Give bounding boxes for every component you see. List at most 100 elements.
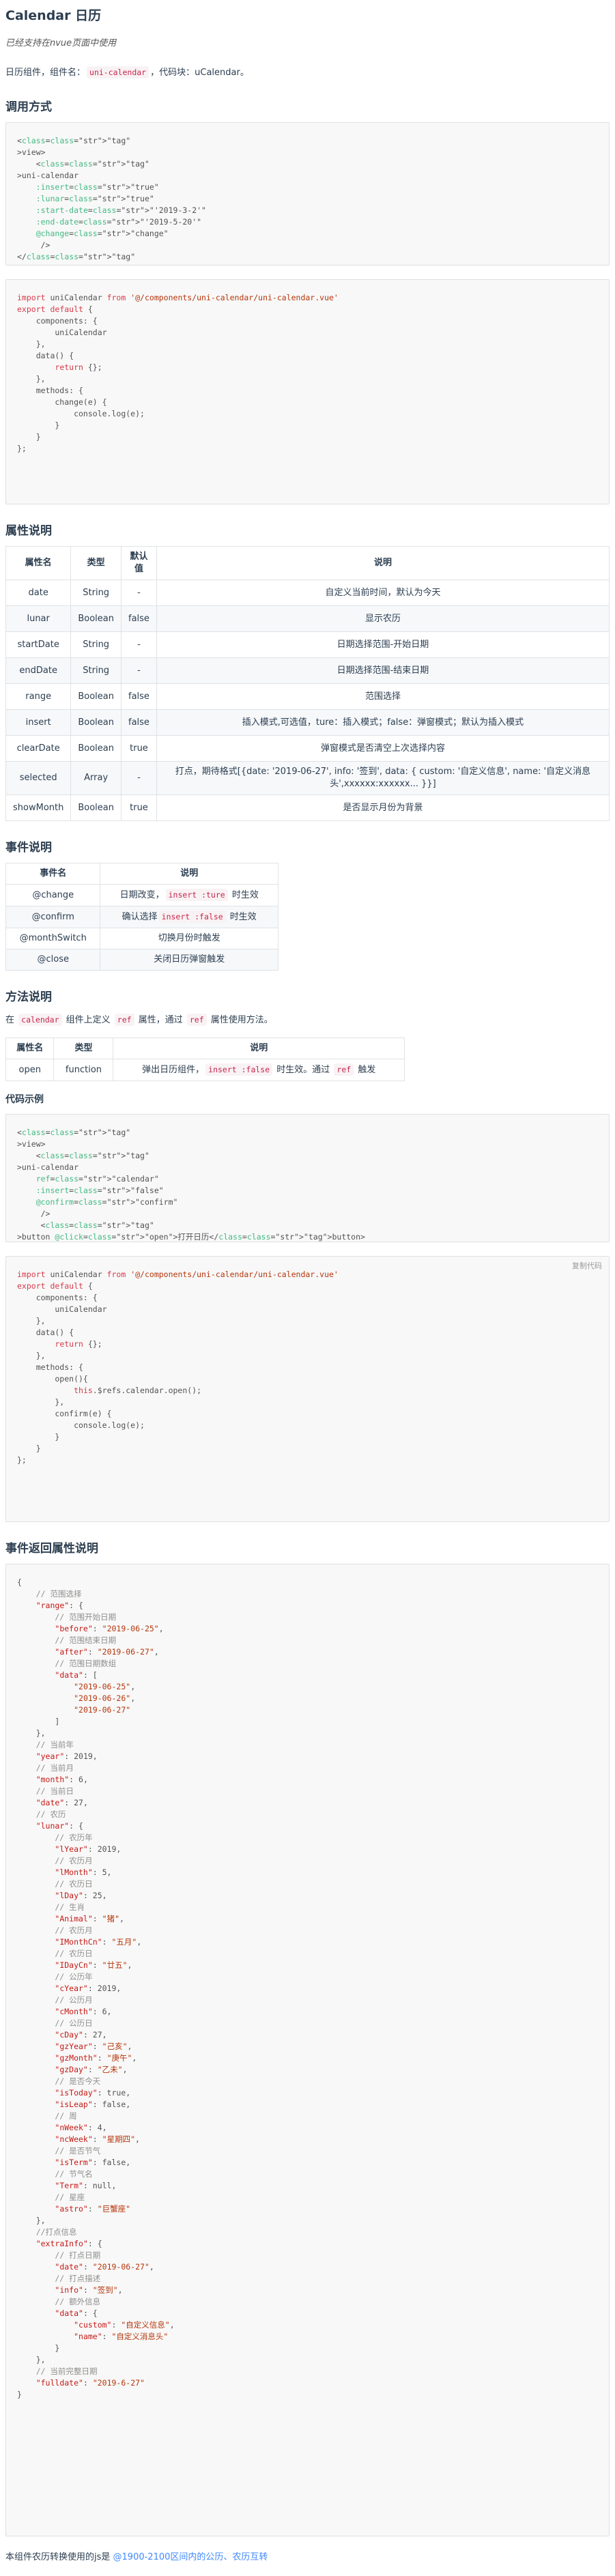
code-line: }, xyxy=(17,1351,46,1360)
code-line: "2019-06-26", xyxy=(74,1693,136,1703)
code-line: @change=class="str">"change" xyxy=(35,229,169,238)
code-line: "isTerm": false, xyxy=(55,2158,131,2167)
code-line: } xyxy=(17,432,41,442)
code-line: <class=class="str">"tag" xyxy=(17,1220,154,1230)
code-line: export default { xyxy=(17,1281,93,1291)
copy-code-button[interactable]: 复制代码 xyxy=(572,1261,602,1272)
prop-desc: 自定义当前时间，默认为今天 xyxy=(156,579,610,606)
code-line: // 公历月 xyxy=(17,1995,93,2005)
code-line: "ncWeek": "星期四", xyxy=(55,2134,140,2144)
code-line: // 范围开始日期 xyxy=(17,1612,117,1622)
code-line: // 范围选择 xyxy=(17,1589,82,1599)
events-row: @confirm 确认选择 insert :false 时生效 xyxy=(5,906,278,928)
code-line: :insert=class="str">"false" xyxy=(35,1186,164,1195)
code-line: // 节气名 xyxy=(17,2169,93,2179)
code-line: } xyxy=(17,420,60,430)
event-desc-text: 关闭日历弹窗触发 xyxy=(154,954,225,964)
code-line: // 当前日 xyxy=(17,1786,74,1796)
code-line: return {}; xyxy=(55,1339,102,1349)
props-row-startDate: startDate String - 日期选择范围-开始日期 xyxy=(5,631,610,658)
return-value-code[interactable]: { // 范围选择 "range": { // 范围开始日期 "before":… xyxy=(5,1564,610,2536)
method-desc-text: 触发 xyxy=(355,1065,376,1075)
prop-type: Boolean xyxy=(70,735,121,762)
events-row: @monthSwitch 切换月份时触发 xyxy=(5,928,278,949)
code-line: }, xyxy=(17,339,46,349)
column-header: 说明 xyxy=(113,1037,405,1059)
intro-text: 。 xyxy=(240,68,249,78)
props-table: 属性名 类型 默认值 说明 date String - 自定义当前时间，默认为今天 lunar… xyxy=(5,546,610,821)
code-line: // 当前月 xyxy=(17,1763,74,1773)
code-line: // 农历日 xyxy=(17,1949,93,1958)
code-line: "lDay": 25, xyxy=(55,1891,107,1900)
code-line: methods: { xyxy=(17,1362,83,1372)
methods-text: 在 xyxy=(5,1015,18,1025)
event-desc: 日期改变， insert :ture 时生效 xyxy=(100,884,278,906)
section-return-heading: 事件返回属性说明 xyxy=(5,1542,98,1556)
code-line: // 农历月 xyxy=(17,1856,93,1865)
code-line: "cDay": 27, xyxy=(55,2030,107,2040)
code-line: "2019-06-27" xyxy=(74,1705,131,1715)
prop-type: String xyxy=(70,657,121,684)
code-line: //打点信息 xyxy=(17,2227,77,2237)
prop-desc: 弹窗模式是否清空上次选择内容 xyxy=(156,735,610,762)
method-type: function xyxy=(53,1059,114,1081)
column-header: 类型 xyxy=(70,546,121,580)
prop-default: - xyxy=(121,631,157,658)
code-line: </class=class="str">"tag" xyxy=(17,252,136,261)
event-name: @confirm xyxy=(5,906,101,928)
code-line: // 周 xyxy=(17,2111,77,2121)
code-line: import uniCalendar from '@/components/un… xyxy=(17,293,339,302)
methods-table: 属性名 类型 说明 open function 弹出日历组件， insert :fal… xyxy=(5,1037,405,1081)
section-props-heading: 属性说明 xyxy=(5,524,52,538)
code-line: // 公历年 xyxy=(17,1972,93,1981)
code-line: } xyxy=(17,2390,22,2399)
code-line: "data": [ xyxy=(55,1670,98,1680)
intro-paragraph: 日历组件，组件名： uni-calendar ，代码块：uCalendar。 xyxy=(5,65,610,81)
code-line: }, xyxy=(17,2216,46,2225)
code-line: } xyxy=(17,1444,41,1453)
code-line: <class=class="str">"tag" xyxy=(17,1128,131,1137)
code-line: "astro": "巨蟹座" xyxy=(55,2204,131,2214)
code-line: "lYear": 2019, xyxy=(55,1844,121,1854)
props-row-showMonth: showMonth Boolean true 是否显示月份为背景 xyxy=(5,795,610,821)
code-line: console.log(e); xyxy=(17,1420,145,1430)
example-script-code[interactable]: 复制代码 import uniCalendar from '@/component… xyxy=(5,1256,610,1522)
prop-name: showMonth xyxy=(5,795,72,821)
code-line: // 打点日期 xyxy=(17,2250,101,2260)
method-desc: 弹出日历组件， insert :false 时生效。通过 ref 触发 xyxy=(113,1059,405,1081)
code-line: "year": 2019, xyxy=(35,1751,98,1761)
code-line: ] xyxy=(17,1717,60,1726)
prop-desc: 显示农历 xyxy=(156,605,610,632)
event-desc-text: 确认选择 xyxy=(121,912,158,922)
usage-template-code[interactable]: <class=class="str">"tag" >view> <class=cl… xyxy=(5,122,610,266)
column-header: 默认值 xyxy=(121,546,157,580)
lunar-conversion-link[interactable]: @1900-2100区间内的公历、农历互转 xyxy=(113,2552,268,2562)
code-line: uniCalendar xyxy=(17,328,107,337)
prop-default: false xyxy=(121,709,157,736)
code-line: }, xyxy=(17,1316,46,1326)
code-line: // 是否节气 xyxy=(17,2146,101,2156)
snippet-name: uCalendar xyxy=(195,68,240,78)
code-line: // 当前完整日期 xyxy=(17,2366,98,2376)
code-line: "after": "2019-06-27", xyxy=(55,1647,159,1657)
code-line: "cMonth": 6, xyxy=(55,2007,112,2016)
code-line: }, xyxy=(17,1397,65,1407)
usage-script-code[interactable]: import uniCalendar from '@/components/un… xyxy=(5,279,610,504)
method-name: open xyxy=(5,1059,55,1081)
code-line: console.log(e); xyxy=(17,409,145,418)
prop-name: clearDate xyxy=(5,735,72,762)
example-template-code[interactable]: <class=class="str">"tag" >view> <class=cl… xyxy=(5,1114,610,1242)
prop-desc: 范围选择 xyxy=(156,683,610,710)
method-desc-text: 时生效。通过 xyxy=(274,1065,333,1075)
code-line: "isToday": true, xyxy=(55,2088,131,2098)
code-line: "gzDay": "乙未", xyxy=(55,2065,128,2074)
event-desc: 切换月份时触发 xyxy=(100,928,278,949)
event-name: @monthSwitch xyxy=(5,928,101,949)
code-line: "name": "自定义消息头" xyxy=(74,2332,169,2341)
nvue-support-note: 已经支持在nvue页面中使用 xyxy=(5,38,117,48)
prop-type: Boolean xyxy=(70,605,121,632)
prop-name: insert xyxy=(5,709,72,736)
code-line: "date": 27, xyxy=(35,1798,88,1807)
methods-row-open: open function 弹出日历组件， insert :false 时生效。通… xyxy=(5,1059,405,1081)
component-name-code: uni-calendar xyxy=(87,66,149,78)
